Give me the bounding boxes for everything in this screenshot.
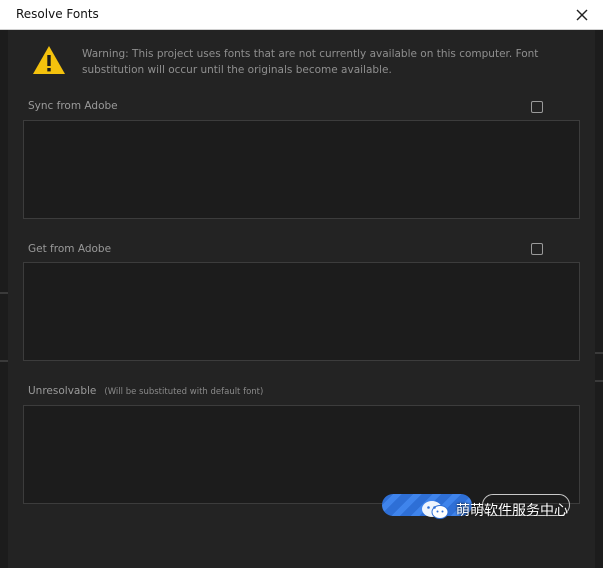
warning-icon	[33, 46, 65, 74]
resolve-fonts-dialog: Resolve Fonts Warning: This project uses…	[0, 0, 603, 568]
warning-message: Warning: This project uses fonts that ar…	[82, 48, 539, 76]
dialog-content: Warning: This project uses fonts that ar…	[8, 30, 595, 568]
unresolvable-note: (Will be substituted with default font)	[104, 387, 264, 397]
sync-from-adobe-list[interactable]	[23, 120, 580, 219]
background-app-right	[595, 30, 603, 568]
dialog-title: Resolve Fonts	[16, 7, 99, 21]
section-label-unresolvable: Unresolvable (Will be substituted with de…	[28, 385, 264, 397]
watermark-text: 萌萌软件服务中心	[456, 503, 568, 519]
background-app-left	[0, 30, 8, 568]
section-label-get-from-adobe: Get from Adobe	[28, 243, 112, 255]
get-from-adobe-checkbox[interactable]	[531, 243, 543, 255]
close-icon[interactable]	[571, 4, 593, 26]
section-label-sync-from-adobe: Sync from Adobe	[28, 100, 118, 112]
get-from-adobe-list[interactable]	[23, 262, 580, 361]
sync-from-adobe-checkbox[interactable]	[531, 101, 543, 113]
wechat-icon	[422, 501, 449, 519]
title-bar: Resolve Fonts	[0, 0, 603, 30]
watermark: 萌萌软件服务中心	[420, 498, 568, 522]
unresolvable-list[interactable]	[23, 405, 580, 504]
